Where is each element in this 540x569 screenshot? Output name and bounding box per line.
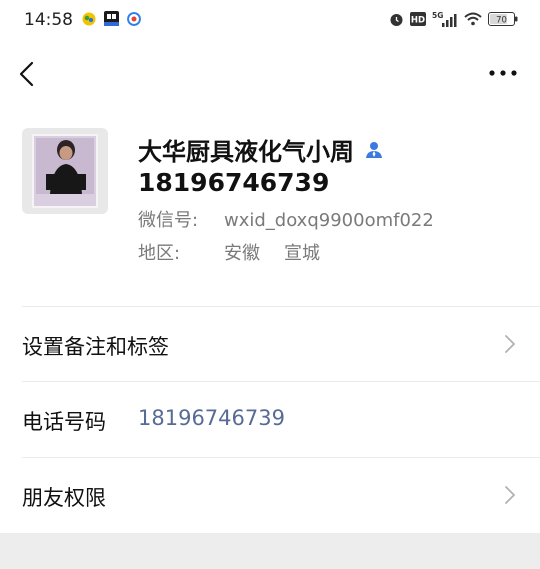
contact-name: 大华厨具液化气小周 xyxy=(138,138,354,166)
more-dots-icon[interactable] xyxy=(488,66,518,80)
5g-signal-icon: 5G xyxy=(432,11,457,27)
wifi-icon xyxy=(464,12,482,26)
app-notif-icon xyxy=(82,12,96,25)
region-city: 宣城 xyxy=(284,243,320,264)
svg-text:70: 70 xyxy=(496,16,507,26)
status-bar: 14:58 HD 5G 70 xyxy=(0,0,540,44)
browser-icon xyxy=(127,11,141,26)
news-icon xyxy=(104,11,119,26)
set-remark-label: 设置备注和标签 xyxy=(22,335,169,359)
status-time: 14:58 xyxy=(24,10,73,30)
region-province: 安徽 xyxy=(224,243,260,264)
chevron-right-icon xyxy=(505,335,516,353)
hd-icon: HD xyxy=(410,12,426,26)
battery-icon: 70 xyxy=(488,12,518,26)
phone-number-label: 电话号码 xyxy=(22,410,106,434)
wechat-id-value[interactable]: wxid_doxq9900omf022 xyxy=(224,210,434,231)
region-row: 地区: 安徽 宣城 xyxy=(138,239,320,265)
top-nav-bar xyxy=(0,48,540,104)
avatar[interactable] xyxy=(22,128,108,214)
avatar-photo xyxy=(22,128,108,214)
alarm-icon xyxy=(390,13,403,26)
status-left-icons xyxy=(82,11,141,26)
chevron-right-icon xyxy=(505,486,516,504)
svg-text:5G: 5G xyxy=(432,11,443,20)
set-remark-and-tags-row[interactable]: 设置备注和标签 xyxy=(0,307,540,381)
contact-phone: 18196746739 xyxy=(138,168,330,197)
friend-permissions-label: 朋友权限 xyxy=(22,486,106,510)
name-row: 大华厨具液化气小周 xyxy=(138,132,384,167)
chevron-left-icon[interactable] xyxy=(14,60,42,88)
friend-permissions-row[interactable]: 朋友权限 xyxy=(0,458,540,532)
phone-number-row: 电话号码 18196746739 xyxy=(0,382,540,456)
wechat-id-row: 微信号: wxid_doxq9900omf022 xyxy=(138,206,434,232)
person-badge-icon xyxy=(366,141,382,158)
status-right-icons: HD 5G 70 xyxy=(389,11,518,27)
wechat-id-label: 微信号: xyxy=(138,210,199,231)
region-label: 地区: xyxy=(138,243,181,264)
profile-header: 大华厨具液化气小周 18196746739 微信号: wxid_doxq9900o… xyxy=(0,120,540,280)
phone-number-link[interactable]: 18196746739 xyxy=(138,406,285,430)
svg-text:HD: HD xyxy=(411,16,425,26)
section-gap xyxy=(0,533,540,569)
